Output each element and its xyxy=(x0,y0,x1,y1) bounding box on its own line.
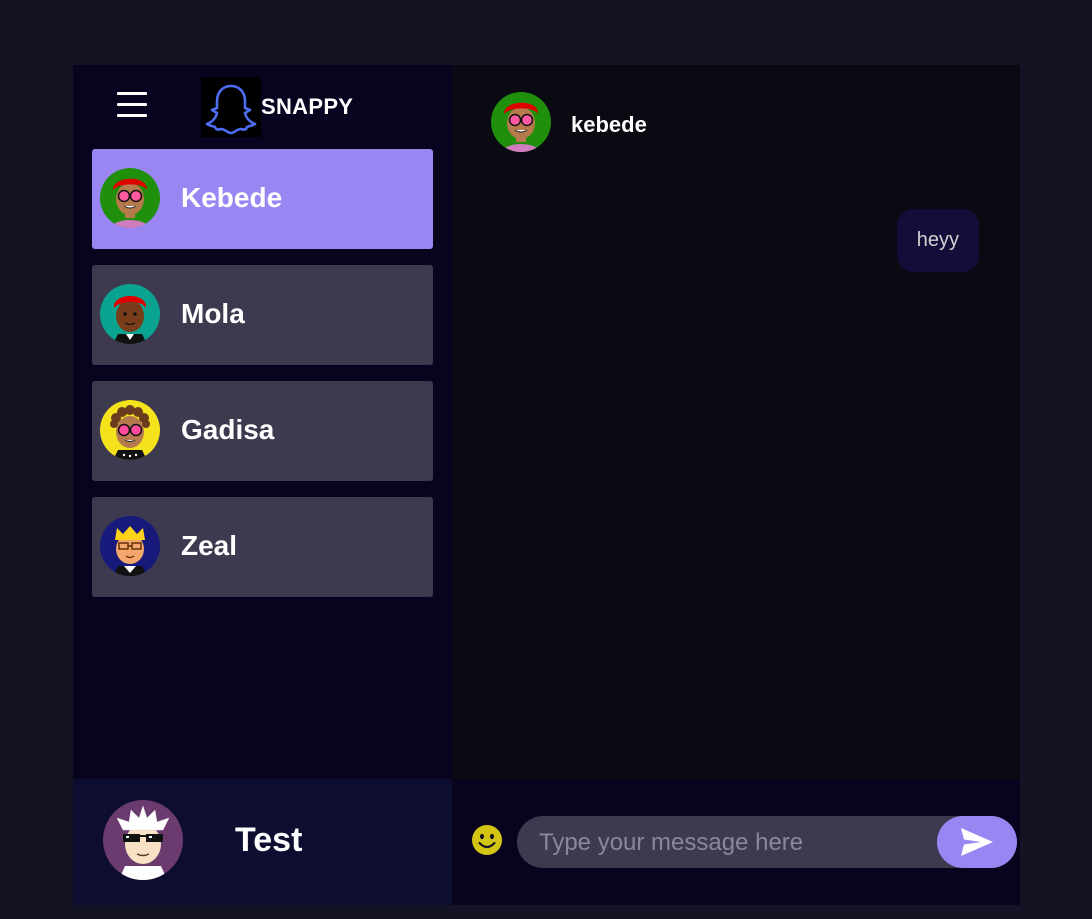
brand-name: SNAPPY xyxy=(261,94,354,119)
contact-list: Kebede Mola Gadisa Zeal xyxy=(92,149,433,613)
brand-header: SNAPPY xyxy=(73,65,452,147)
contact-item-gadisa[interactable]: Gadisa xyxy=(92,381,433,481)
menu-icon[interactable] xyxy=(117,92,147,118)
contact-name: Mola xyxy=(181,298,245,329)
message-input-container xyxy=(517,816,1017,870)
avatar xyxy=(100,168,160,228)
avatar xyxy=(491,92,551,152)
avatar xyxy=(100,400,160,460)
snapchat-ghost-icon xyxy=(201,77,261,137)
chat-app: SNAPPY Kebede Mola Gadisa Zeal Test kebe… xyxy=(73,65,1020,905)
current-user-name: Test xyxy=(235,821,303,859)
message-list: heyy xyxy=(452,165,1020,779)
avatar xyxy=(100,284,160,344)
chat-panel: kebede heyy xyxy=(452,65,1020,905)
chat-contact-name: kebede xyxy=(571,112,647,137)
avatar xyxy=(103,800,183,880)
message-input[interactable] xyxy=(537,816,931,870)
current-user-panel: Test xyxy=(73,779,452,905)
emoji-icon[interactable] xyxy=(471,824,503,856)
avatar xyxy=(100,516,160,576)
contact-item-kebede[interactable]: Kebede xyxy=(92,149,433,249)
message-bubble-sent: heyy xyxy=(896,209,979,272)
contacts-sidebar: SNAPPY Kebede Mola Gadisa Zeal Test xyxy=(73,65,452,905)
contact-name: Gadisa xyxy=(181,414,275,445)
chat-header: kebede xyxy=(452,65,1020,165)
send-button[interactable] xyxy=(937,816,1017,868)
message-input-bar xyxy=(452,779,1020,905)
contact-name: Zeal xyxy=(181,530,238,561)
contact-item-zeal[interactable]: Zeal xyxy=(92,497,433,597)
contact-name: Kebede xyxy=(181,182,283,213)
contact-item-mola[interactable]: Mola xyxy=(92,265,433,365)
send-icon xyxy=(961,828,993,856)
